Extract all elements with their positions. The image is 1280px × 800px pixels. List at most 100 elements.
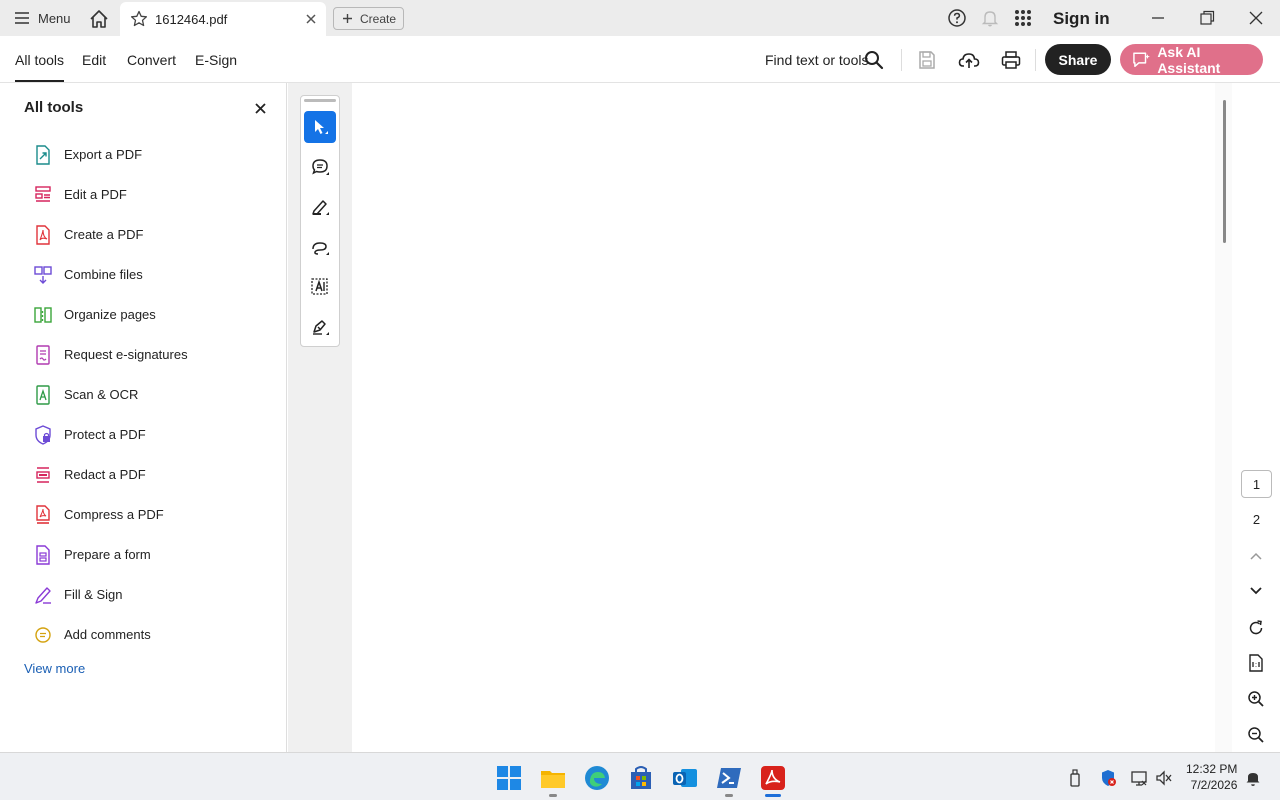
microsoft-store-icon[interactable] xyxy=(628,765,654,791)
text-tool-button[interactable] xyxy=(304,271,336,303)
edge-browser-icon[interactable] xyxy=(584,765,610,791)
tool-label: Add comments xyxy=(64,627,151,642)
tool-label: Organize pages xyxy=(64,307,156,322)
tool-label: Protect a PDF xyxy=(64,427,146,442)
ask-ai-assistant-button[interactable]: Ask AI Assistant xyxy=(1120,43,1263,76)
tool-organize-pages[interactable]: Organize pages xyxy=(0,295,287,335)
close-window-icon[interactable] xyxy=(1246,8,1266,28)
tool-edit-pdf[interactable]: Edit a PDF xyxy=(0,175,287,215)
request-esignatures-icon xyxy=(36,345,50,365)
restore-icon[interactable] xyxy=(1197,8,1217,28)
compress-pdf-icon xyxy=(36,505,50,524)
tool-add-comments[interactable]: Add comments xyxy=(0,615,287,655)
outlook-icon[interactable] xyxy=(672,765,698,791)
highlight-tool-button[interactable] xyxy=(304,191,336,223)
nav-edit[interactable]: Edit xyxy=(82,52,106,68)
windows-start-icon[interactable] xyxy=(496,765,522,791)
zoom-in-icon[interactable] xyxy=(1247,690,1265,708)
file-explorer-icon[interactable] xyxy=(540,765,566,791)
zoom-out-icon[interactable] xyxy=(1247,726,1265,744)
tool-combine-files[interactable]: Combine files xyxy=(0,255,287,295)
organize-pages-icon xyxy=(34,307,52,323)
document-viewer xyxy=(288,83,1232,752)
tool-export-pdf[interactable]: Export a PDF xyxy=(0,135,287,175)
prepare-form-icon xyxy=(36,545,50,565)
tool-label: Edit a PDF xyxy=(64,187,127,202)
acrobat-reader-icon[interactable] xyxy=(760,765,786,791)
nav-all-tools[interactable]: All tools xyxy=(15,52,65,82)
tool-label: Create a PDF xyxy=(64,227,144,242)
search-icon[interactable] xyxy=(863,49,885,71)
scrollbar-thumb[interactable] xyxy=(1223,100,1226,243)
notification-bell-icon[interactable] xyxy=(980,8,1000,28)
nav-esign[interactable]: E-Sign xyxy=(195,52,237,68)
find-text-or-tools[interactable]: Find text or tools xyxy=(765,52,869,68)
signature-pen-icon xyxy=(313,320,329,335)
ai-assistant-icon xyxy=(1133,52,1150,67)
security-shield-icon[interactable] xyxy=(1099,769,1117,787)
network-icon[interactable] xyxy=(1130,769,1148,787)
menu-button[interactable]: Menu xyxy=(14,8,71,28)
close-tab-icon[interactable] xyxy=(304,12,318,26)
sign-tool-button[interactable] xyxy=(304,311,336,343)
view-more-link[interactable]: View more xyxy=(24,661,85,676)
actual-size-icon[interactable] xyxy=(1247,654,1265,672)
ask-ai-label: Ask AI Assistant xyxy=(1157,43,1221,76)
tool-redact-pdf[interactable]: Redact a PDF xyxy=(0,455,287,495)
tool-compress-pdf[interactable]: Compress a PDF xyxy=(0,495,287,535)
draw-tool-button[interactable] xyxy=(304,231,336,263)
powershell-icon[interactable] xyxy=(716,765,742,791)
hamburger-icon xyxy=(15,12,29,24)
chevron-down-icon[interactable] xyxy=(1247,581,1265,599)
sign-in-link[interactable]: Sign in xyxy=(1053,9,1110,29)
tool-fill-sign[interactable]: Fill & Sign xyxy=(0,575,287,615)
star-icon[interactable] xyxy=(130,10,148,28)
help-icon[interactable] xyxy=(947,8,967,28)
clock-date: 7/2/2026 xyxy=(1190,778,1238,792)
tool-label: Redact a PDF xyxy=(64,467,146,482)
apps-grid-icon[interactable] xyxy=(1013,8,1033,28)
page-thumbnail-1[interactable]: 1 xyxy=(1241,470,1272,498)
pdf-page[interactable] xyxy=(352,83,1215,752)
share-button[interactable]: Share xyxy=(1045,44,1111,75)
all-tools-panel: All tools Export a PDF Edit a PDF Create… xyxy=(0,83,287,752)
tool-label: Prepare a form xyxy=(64,547,151,562)
select-tool-button[interactable] xyxy=(304,111,336,143)
drag-handle[interactable] xyxy=(304,99,336,102)
toolbar-divider xyxy=(1035,49,1036,71)
nav-convert[interactable]: Convert xyxy=(127,52,176,68)
toolbar-divider xyxy=(901,49,902,71)
print-icon[interactable] xyxy=(1000,49,1022,71)
scan-ocr-icon xyxy=(36,385,50,405)
add-comments-icon xyxy=(35,627,51,643)
tool-prepare-form[interactable]: Prepare a form xyxy=(0,535,287,575)
volume-muted-icon[interactable] xyxy=(1155,769,1173,787)
create-label: Create xyxy=(360,11,397,26)
export-pdf-icon xyxy=(36,145,50,165)
tool-request-esignatures[interactable]: Request e-signatures xyxy=(0,335,287,375)
upload-cloud-icon[interactable] xyxy=(958,49,980,71)
page-thumbnail-2[interactable]: 2 xyxy=(1241,505,1272,533)
create-pdf-icon xyxy=(36,225,50,245)
close-panel-icon[interactable] xyxy=(254,102,267,115)
refresh-icon[interactable] xyxy=(1247,619,1265,637)
system-clock[interactable]: 12:32 PM 7/2/2026 xyxy=(1186,761,1237,793)
tool-scan-ocr[interactable]: Scan & OCR xyxy=(0,375,287,415)
create-button[interactable]: Create xyxy=(333,7,404,30)
home-icon[interactable] xyxy=(88,8,110,30)
notification-center-icon[interactable] xyxy=(1244,769,1262,787)
usb-device-icon[interactable] xyxy=(1066,769,1084,787)
document-tab[interactable]: 1612464.pdf xyxy=(120,2,326,36)
minimize-icon[interactable] xyxy=(1148,8,1168,28)
running-indicator xyxy=(725,794,733,797)
tool-create-pdf[interactable]: Create a PDF xyxy=(0,215,287,255)
highlighter-icon xyxy=(312,200,329,215)
tool-protect-pdf[interactable]: Protect a PDF xyxy=(0,415,287,455)
save-icon[interactable] xyxy=(916,49,938,71)
chevron-up-icon[interactable] xyxy=(1247,548,1265,566)
comment-tool-button[interactable] xyxy=(304,151,336,183)
quick-tools-bar xyxy=(300,95,340,347)
panel-title: All tools xyxy=(24,99,84,116)
tab-title: 1612464.pdf xyxy=(155,12,228,27)
tool-label: Scan & OCR xyxy=(64,387,139,402)
